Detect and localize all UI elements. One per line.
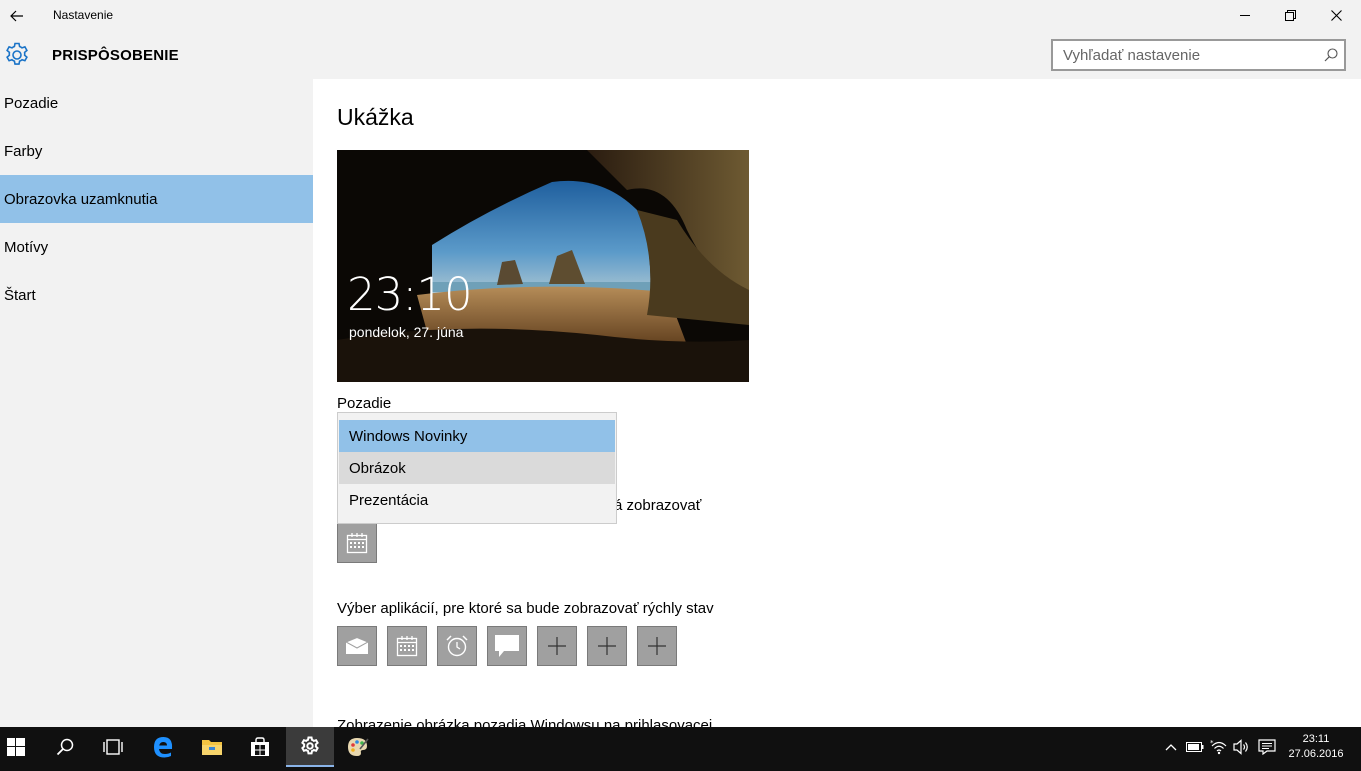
message-icon	[495, 635, 519, 657]
calendar-icon	[346, 533, 368, 554]
settings-icon	[301, 736, 319, 755]
taskbar-search-button[interactable]	[41, 727, 89, 767]
quick-status-add-app-3[interactable]	[637, 626, 677, 666]
volume-icon	[1233, 739, 1248, 755]
action-center-button[interactable]	[1256, 737, 1278, 757]
quick-status-app-alarms[interactable]	[437, 626, 477, 666]
plus-icon	[648, 637, 666, 655]
search-input[interactable]	[1053, 41, 1303, 69]
plus-icon	[548, 637, 566, 655]
sidebar-item-start[interactable]: Štart	[0, 271, 313, 319]
paint-button[interactable]	[334, 727, 382, 767]
close-button[interactable]	[1313, 0, 1359, 31]
battery-icon	[1186, 742, 1204, 752]
taskbar-clock[interactable]: 23:11 27.06.2016	[1280, 732, 1352, 762]
plus-icon	[598, 637, 616, 655]
quick-status-app-messaging[interactable]	[487, 626, 527, 666]
title-bar: Nastavenie	[0, 0, 1361, 31]
restore-button[interactable]	[1267, 0, 1313, 31]
paint-icon	[348, 738, 369, 756]
sidebar-item-pozadie[interactable]: Pozadie	[0, 79, 313, 127]
file-explorer-button[interactable]	[188, 727, 236, 767]
search-icon	[56, 738, 74, 756]
minimize-button[interactable]	[1222, 0, 1268, 31]
store-button[interactable]	[236, 727, 284, 767]
dropdown-option-windows-novinky[interactable]: Windows Novinky	[339, 420, 615, 452]
background-label: Pozadie	[337, 395, 392, 412]
edge-button[interactable]	[139, 727, 187, 767]
back-arrow-icon	[10, 10, 23, 21]
start-icon	[7, 738, 25, 756]
task-view-icon	[103, 739, 123, 755]
quick-status-app-mail[interactable]	[337, 626, 377, 666]
svg-text:*: *	[1210, 739, 1214, 747]
sidebar: Pozadie Farby Obrazovka uzamknutia Motív…	[0, 79, 313, 727]
page-header: PRISPÔSOBENIE	[0, 31, 1361, 79]
mail-icon	[345, 637, 369, 654]
minimize-icon	[1239, 15, 1250, 16]
settings-button[interactable]	[286, 727, 334, 767]
lock-screen-background-image	[337, 150, 749, 382]
clock-time: 23:11	[1302, 733, 1330, 745]
taskbar: * 23:11 27.06.2016	[0, 727, 1361, 771]
back-button[interactable]	[0, 0, 34, 31]
quick-status-app-calendar[interactable]	[387, 626, 427, 666]
main-content: Ukážka 23:10 pondelok, 27. júna Pozadie …	[313, 79, 1361, 727]
search-box[interactable]	[1051, 39, 1346, 71]
file-explorer-icon	[202, 740, 222, 755]
start-button[interactable]	[0, 727, 40, 767]
volume-button[interactable]	[1231, 737, 1253, 757]
search-icon[interactable]	[1324, 48, 1338, 62]
dropdown-option-obrazok[interactable]: Obrázok	[339, 452, 615, 484]
alarm-icon	[446, 635, 468, 657]
background-dropdown-list[interactable]: Windows Novinky Obrázok Prezentácia	[337, 412, 617, 524]
close-icon	[1330, 10, 1342, 21]
app-title: Nastavenie	[53, 8, 114, 22]
calendar-icon	[396, 636, 418, 657]
show-hidden-icons-button[interactable]	[1160, 737, 1182, 757]
sidebar-item-obrazovka-uzamknutia[interactable]: Obrazovka uzamknutia	[0, 175, 313, 223]
preview-date: pondelok, 27. júna	[349, 324, 464, 340]
network-button[interactable]: *	[1208, 737, 1230, 757]
login-background-label: Zobrazenie obrázka pozadia Windowsu na p…	[337, 717, 713, 727]
chevron-up-icon	[1165, 744, 1177, 751]
edge-icon	[154, 737, 173, 758]
page-title: PRISPÔSOBENIE	[52, 47, 179, 64]
wifi-icon: *	[1210, 739, 1227, 755]
preview-heading: Ukážka	[337, 104, 414, 130]
preview-time: 23:10	[347, 268, 473, 321]
sidebar-item-motivy[interactable]: Motívy	[0, 223, 313, 271]
quick-status-label: Výber aplikácií, pre ktoré sa bude zobra…	[337, 600, 714, 617]
detailed-status-app-button[interactable]	[337, 523, 377, 563]
battery-button[interactable]	[1184, 737, 1206, 757]
dropdown-option-prezentacia[interactable]: Prezentácia	[339, 484, 615, 516]
quick-status-add-app-1[interactable]	[537, 626, 577, 666]
store-icon	[251, 737, 269, 756]
task-view-button[interactable]	[89, 727, 137, 767]
action-center-icon	[1258, 739, 1276, 755]
clock-date: 27.06.2016	[1288, 748, 1344, 760]
quick-status-add-app-2[interactable]	[587, 626, 627, 666]
sidebar-item-farby[interactable]: Farby	[0, 127, 313, 175]
restore-icon	[1284, 10, 1296, 21]
gear-icon	[6, 42, 28, 65]
detailed-status-label: á zobrazovať	[614, 497, 702, 514]
lock-screen-preview: 23:10 pondelok, 27. júna	[337, 150, 749, 382]
